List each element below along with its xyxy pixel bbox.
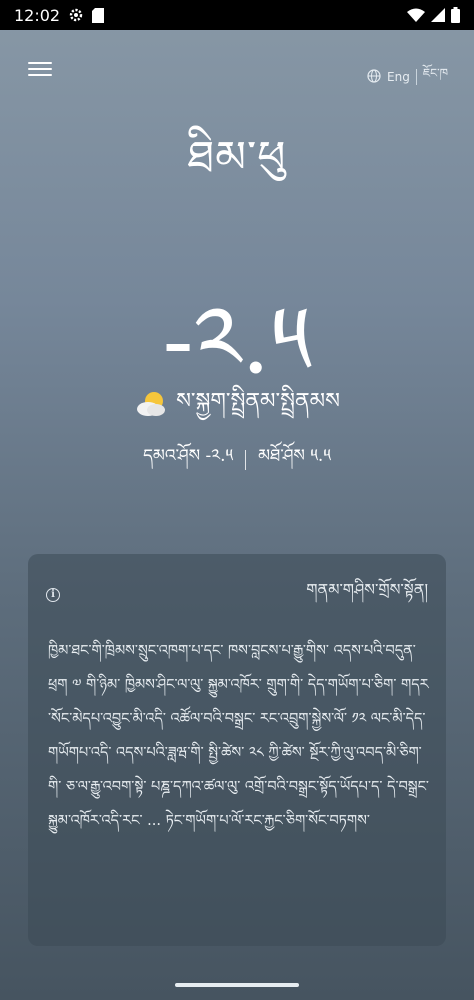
signal-icon (431, 8, 445, 22)
lang-divider (415, 69, 417, 85)
weather-condition: ས་སྐྱག་སྤྲིནམ་སྤྲིནམས (0, 376, 474, 438)
range-divider (245, 450, 247, 470)
lang-option-english[interactable]: Eng (387, 70, 410, 84)
lang-option-dzongkha[interactable]: ཇོང་ཁ (423, 60, 448, 94)
low-temperature: དམའ་ཤོས -༢.༥ (143, 446, 234, 466)
language-switcher: Eng ཇོང་ཁ (367, 60, 448, 94)
battery-icon (451, 7, 460, 23)
high-temperature: མཐོ་ཤོས ༥.༥ (258, 446, 331, 466)
city-name: ཐིམ་ཕུ (187, 132, 287, 183)
info-icon[interactable]: i (46, 587, 60, 602)
card-title: གནམ་གཤིས་གྲོས་སྟོན། (306, 580, 428, 599)
app-bar: Eng ཇོང་ཁ (0, 56, 474, 86)
status-time: 12:02 (14, 5, 61, 25)
globe-icon[interactable] (367, 68, 381, 86)
wifi-icon (407, 8, 425, 22)
status-bar: 12:02 (0, 0, 474, 30)
card-header: i གནམ་གཤིས་གྲོས་སྟོན། (46, 572, 428, 617)
home-gesture-bar[interactable] (175, 983, 299, 987)
forecast-advisory-card[interactable]: i གནམ་གཤིས་གྲོས་སྟོན། ཁྱིམ་ཐང་གི་ཁྲིམས་ས… (28, 554, 446, 946)
menu-icon[interactable] (28, 58, 52, 80)
partly-cloudy-icon (134, 390, 168, 424)
temperature-range: དམའ་ཤོས -༢.༥ མཐོ་ཤོས ༥.༥ (0, 436, 474, 484)
sim-card-icon (92, 7, 105, 23)
settings-icon (68, 7, 84, 23)
navigation-bar (0, 970, 474, 1000)
condition-text: ས་སྐྱག་སྤྲིནམ་སྤྲིནམས (176, 389, 340, 414)
card-body-text: ཁྱིམ་ཐང་གི་ཁྲིམས་སྲུང་འཁག་པ་དང་ ཁས་བླངས་… (48, 643, 429, 829)
